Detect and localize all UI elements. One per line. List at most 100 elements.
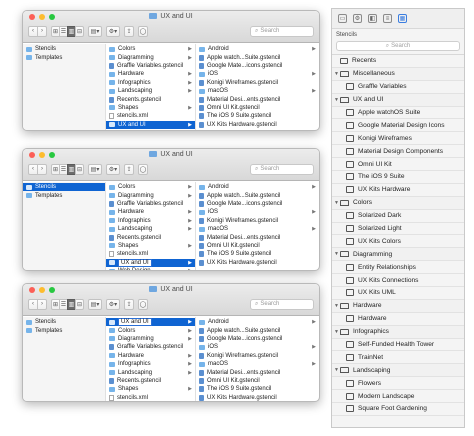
stencil-item[interactable]: Omni UI Kit — [332, 158, 464, 172]
stencil-category[interactable]: ▼ Colors — [332, 196, 464, 210]
stencil-item[interactable]: Self-Funded Health Tower — [332, 339, 464, 352]
list-item[interactable]: Google Mate...icons.gstencil — [196, 335, 319, 343]
disclosure-triangle-icon[interactable]: ▼ — [333, 251, 340, 257]
disclosure-triangle-icon[interactable]: ▼ — [333, 367, 340, 373]
list-item[interactable]: UX Kits Hardware.gstencil — [196, 121, 319, 129]
stencil-category[interactable]: ▼ Diagramming — [332, 248, 464, 262]
list-item[interactable]: stencils.xml — [106, 250, 195, 258]
list-item[interactable]: iOS ▶ — [196, 208, 319, 216]
list-item[interactable]: Konigi Wireframes.gstencil — [196, 79, 319, 87]
stencil-item[interactable]: UX Kits Colors — [332, 235, 464, 249]
list-item[interactable]: Recents.gstencil — [106, 95, 195, 103]
list-item[interactable]: UX and UI ▶ — [106, 120, 195, 129]
sidebar-item[interactable]: Stencils — [23, 318, 105, 326]
list-item[interactable]: Hardware ▶ — [106, 352, 195, 360]
stencil-item[interactable]: Google Material Design Icons — [332, 119, 464, 133]
share-button[interactable]: ⇪ — [124, 25, 134, 37]
list-item[interactable]: stencils.xml — [106, 394, 195, 401]
list-item[interactable]: Web Design▶ — [106, 267, 195, 270]
list-item[interactable]: Google Mate...icons.gstencil — [196, 200, 319, 208]
list-item[interactable]: Landscaping ▶ — [106, 87, 195, 95]
list-item[interactable]: macOS ▶ — [196, 360, 319, 368]
list-item[interactable]: Google Mate...icons.gstencil — [196, 62, 319, 70]
list-item[interactable]: stencils.xml — [106, 112, 195, 120]
list-item[interactable]: macOS ▶ — [196, 87, 319, 95]
stencil-item[interactable]: Solarized Light — [332, 223, 464, 236]
list-item[interactable]: Android ▶ — [196, 45, 319, 53]
stencil-item[interactable]: Konigi Wireframes — [332, 132, 464, 146]
list-item[interactable]: Diagramming ▶ — [106, 191, 195, 199]
canvas-tab-icon[interactable]: ▭ — [338, 14, 347, 23]
sidebar-item[interactable]: Stencils — [23, 183, 105, 192]
stencil-category[interactable]: ▼ UX and UI — [332, 93, 464, 107]
list-item[interactable]: Recents.gstencil — [106, 233, 195, 241]
list-item[interactable]: Hardware ▶ — [106, 70, 195, 78]
stencil-item[interactable]: Material Design Components — [332, 145, 464, 159]
list-item[interactable]: Omni UI Kit.gstencil — [196, 104, 319, 112]
group-by-button[interactable]: ▤▾ — [88, 163, 102, 175]
list-item[interactable]: Colors ▶ — [106, 183, 195, 191]
list-item[interactable]: The iOS 9 Suite.gstencil — [196, 250, 319, 258]
list-item[interactable]: Colors ▶ — [106, 45, 195, 53]
action-gear-button[interactable]: ⚙▾ — [106, 25, 120, 37]
disclosure-triangle-icon[interactable]: ▼ — [333, 71, 340, 77]
disclosure-triangle-icon[interactable]: ▼ — [333, 329, 340, 335]
list-item[interactable]: Graffle Variables.gstencil — [106, 343, 195, 351]
list-item[interactable]: iOS ▶ — [196, 343, 319, 351]
list-item[interactable]: Colors ▶ — [106, 326, 195, 334]
list-item[interactable]: Graffle Variables.gstencil — [106, 62, 195, 70]
stencil-item[interactable]: UX Kits UML — [332, 287, 464, 300]
stencil-item[interactable]: Apple watchOS Suite — [332, 107, 464, 120]
stencil-item[interactable]: Square Foot Gardening — [332, 403, 464, 416]
stencil-item[interactable]: Modern Landscape — [332, 390, 464, 404]
stencil-item[interactable]: Graffle Variables — [332, 81, 464, 94]
stencil-item[interactable]: TrainNet — [332, 351, 464, 365]
search-input[interactable]: ⌕ Search — [250, 25, 314, 37]
gear-tab-icon[interactable]: ⚙ — [353, 14, 362, 23]
list-item[interactable]: Hardware ▶ — [106, 208, 195, 216]
stencil-category[interactable]: ▼ Infographics — [332, 325, 464, 339]
list-item[interactable]: Konigi Wireframes.gstencil — [196, 352, 319, 360]
gallery-view-button[interactable]: ⊟ — [75, 25, 84, 37]
list-item[interactable]: Landscaping ▶ — [106, 225, 195, 233]
list-item[interactable]: Landscaping ▶ — [106, 368, 195, 376]
tag-button[interactable]: ◯ — [138, 298, 148, 310]
forward-button[interactable]: › — [37, 298, 47, 310]
list-item[interactable]: macOS ▶ — [196, 225, 319, 233]
list-item[interactable]: The iOS 9 Suite.gstencil — [196, 112, 319, 120]
list-item[interactable]: Infographics ▶ — [106, 217, 195, 225]
disclosure-triangle-icon[interactable]: ▼ — [333, 303, 340, 309]
stencil-item[interactable]: Entity Relationships — [332, 261, 464, 275]
sidebar-item[interactable]: Templates — [23, 53, 105, 61]
action-gear-button[interactable]: ⚙▾ — [106, 163, 120, 175]
stencil-item[interactable]: Recents — [332, 55, 464, 68]
stencil-item[interactable]: The iOS 9 Suite — [332, 171, 464, 184]
tag-button[interactable]: ◯ — [138, 163, 148, 175]
stencil-category[interactable]: ▼ Hardware — [332, 299, 464, 313]
list-item[interactable]: UX Kits Hardware.gstencil — [196, 394, 319, 401]
sidebar-item[interactable]: Templates — [23, 326, 105, 334]
list-item[interactable]: Omni UI Kit.gstencil — [196, 242, 319, 250]
stencil-item[interactable]: UX Kits Connections — [332, 274, 464, 288]
list-item[interactable]: Shapes ▶ — [106, 385, 195, 393]
list-item[interactable]: Diagramming ▶ — [106, 53, 195, 61]
list-item[interactable]: Infographics ▶ — [106, 79, 195, 87]
forward-button[interactable]: › — [37, 25, 47, 37]
list-item[interactable]: Konigi Wireframes.gstencil — [196, 217, 319, 225]
stencil-item[interactable]: Hardware — [332, 313, 464, 326]
stencil-item[interactable]: Solarized Dark — [332, 210, 464, 223]
list-item[interactable]: Material Desi...ents.gstencil — [196, 95, 319, 103]
disclosure-triangle-icon[interactable]: ▼ — [333, 200, 340, 206]
list-item[interactable]: UX and UI ▶ — [106, 318, 195, 327]
stencil-item[interactable]: UX Kits Hardware — [332, 184, 464, 197]
list-item[interactable]: Graffle Variables.gstencil — [106, 200, 195, 208]
list-item[interactable]: Material Desi...ents.gstencil — [196, 233, 319, 241]
sidebar-item[interactable]: Stencils — [23, 45, 105, 53]
action-gear-button[interactable]: ⚙▾ — [106, 298, 120, 310]
list-item[interactable]: Web Design▶ — [106, 129, 195, 130]
list-item[interactable]: Apple watch...Suite.gstencil — [196, 53, 319, 61]
stencil-category[interactable]: ▼ Miscellaneous — [332, 67, 464, 81]
search-input[interactable]: ⌕ Search — [250, 298, 314, 310]
list-item[interactable]: UX and UI ▶ — [106, 258, 195, 267]
list-item[interactable]: Infographics ▶ — [106, 360, 195, 368]
